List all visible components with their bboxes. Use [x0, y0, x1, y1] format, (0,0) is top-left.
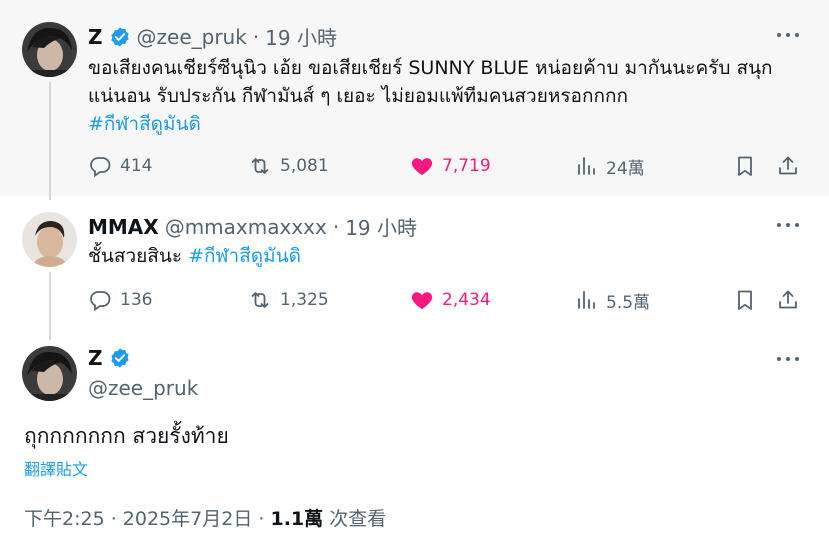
author-handle[interactable]: @zee_pruk — [137, 25, 247, 49]
tweet-header: Z @zee_pruk · 19 小時 — [88, 22, 337, 51]
author-name[interactable]: Z — [88, 346, 103, 370]
share-icon — [776, 288, 800, 312]
verified-badge-icon — [109, 347, 131, 369]
author-name[interactable]: MMAX — [88, 215, 159, 239]
views-icon — [574, 154, 598, 178]
like-button[interactable]: 2,434 — [410, 286, 491, 314]
avatar[interactable] — [22, 346, 77, 401]
author-name[interactable]: Z — [88, 25, 103, 49]
tweet-text: ถุกกกกกกก สวยรั้งท้าย — [24, 424, 229, 448]
tweet-time[interactable]: 19 小時 — [345, 212, 417, 241]
more-icon[interactable] — [777, 348, 799, 370]
like-count: 2,434 — [442, 290, 491, 310]
author-handle[interactable]: @zee_pruk — [88, 376, 198, 400]
tweet-text-line: ขอเสียงคนเชียร์ซีนุนิว เอ้ย ขอเสียเชียร์… — [88, 57, 773, 79]
reply-count: 414 — [120, 156, 153, 176]
avatar[interactable] — [22, 22, 77, 77]
reply-button[interactable]: 136 — [88, 286, 152, 314]
views-button[interactable]: 5.5萬 — [574, 286, 650, 314]
tweet-3-focused: Z @zee_pruk ถุกกกกกกก สวยรั้งท้าย 翻譯貼文 下… — [0, 336, 829, 554]
retweet-icon — [248, 288, 272, 312]
bookmark-button[interactable] — [733, 286, 757, 314]
retweet-button[interactable]: 5,081 — [248, 152, 329, 180]
separator: · — [252, 24, 260, 49]
thread-line — [49, 272, 51, 340]
reply-button[interactable]: 414 — [88, 152, 152, 180]
share-button[interactable] — [776, 152, 800, 180]
tweet-header: MMAX @mmaxmaxxxx · 19 小時 — [88, 212, 417, 241]
retweet-button[interactable]: 1,325 — [248, 286, 329, 314]
views-count: 24萬 — [606, 158, 645, 179]
tweet-text: ชั้นสวยสินะ #กีฬาสีดูมันดิ — [88, 242, 808, 270]
tweet-text: ขอเสียงคนเชียร์ซีนุนิว เอ้ย ขอเสียเชียร์… — [88, 54, 808, 138]
share-button[interactable] — [776, 286, 800, 314]
more-icon[interactable] — [777, 214, 799, 236]
tweet-2[interactable]: MMAX @mmaxmaxxxx · 19 小時 ชั้นสวยสินะ #กี… — [0, 196, 829, 340]
avatar[interactable] — [22, 212, 77, 267]
share-icon — [776, 154, 800, 178]
tweet-meta: 下午2:25 · 2025年7月2日 · 1.1萬 次查看 — [24, 504, 386, 531]
heart-icon — [410, 288, 434, 312]
tweet-text-line: แน่นอน รับประกัน กีฬามันส์ ๆ เยอะ ไม่ยอม… — [88, 85, 628, 107]
tweet-time[interactable]: 19 小時 — [265, 22, 337, 51]
views-button[interactable]: 24萬 — [574, 152, 645, 180]
views-label: 次查看 — [329, 508, 387, 530]
bookmark-icon — [733, 288, 757, 312]
tweet-subheader: @zee_pruk — [88, 376, 198, 400]
tweet-1[interactable]: Z @zee_pruk · 19 小時 ขอเสียงคนเชียร์ซีนุน… — [0, 0, 829, 200]
heart-icon — [410, 154, 434, 178]
views-count: 5.5萬 — [606, 292, 651, 313]
tweet-timestamp[interactable]: 下午2:25 · 2025年7月2日 — [24, 508, 252, 530]
bookmark-button[interactable] — [733, 152, 757, 180]
verified-badge-icon — [109, 26, 131, 48]
views-icon — [574, 288, 598, 312]
reply-count: 136 — [120, 290, 153, 310]
like-button[interactable]: 7,719 — [410, 152, 491, 180]
thread-line — [49, 82, 51, 200]
views-count: 1.1萬 — [270, 508, 324, 530]
bookmark-icon — [733, 154, 757, 178]
separator: · — [332, 214, 340, 239]
retweet-count: 5,081 — [280, 156, 329, 176]
separator: · — [258, 508, 265, 530]
reply-icon — [88, 154, 112, 178]
tweet-header: Z — [88, 346, 131, 370]
translate-link[interactable]: 翻譯貼文 — [24, 456, 88, 480]
more-icon[interactable] — [777, 24, 799, 46]
hashtag-link[interactable]: #กีฬาสีดูมันดิ — [88, 110, 808, 138]
retweet-count: 1,325 — [280, 290, 329, 310]
action-bar: 136 1,325 2,434 5.5萬 — [88, 286, 809, 314]
tweet-text-line: ชั้นสวยสินะ — [88, 245, 183, 267]
like-count: 7,719 — [442, 156, 491, 176]
hashtag-link[interactable]: #กีฬาสีดูมันดิ — [188, 245, 301, 267]
reply-icon — [88, 288, 112, 312]
retweet-icon — [248, 154, 272, 178]
action-bar: 414 5,081 7,719 24萬 — [88, 152, 809, 180]
author-handle[interactable]: @mmaxmaxxxx — [165, 215, 327, 239]
